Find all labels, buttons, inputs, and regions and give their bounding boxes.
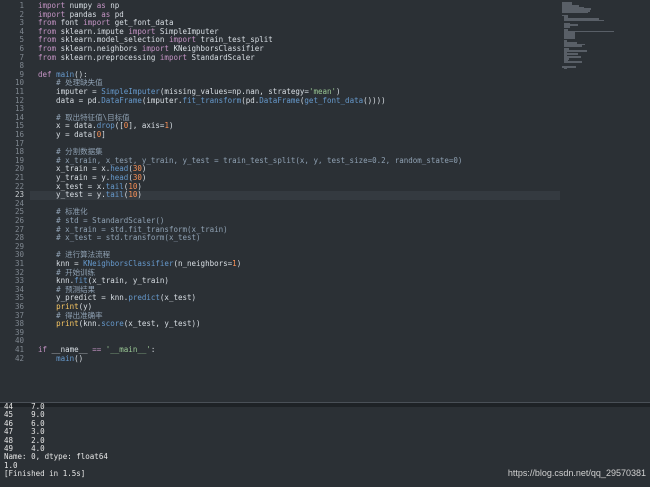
code-token: (imputer.: [141, 95, 183, 105]
code-token: predict: [128, 293, 160, 303]
code-token: ): [236, 259, 242, 268]
code-token: tail: [105, 190, 124, 200]
code-token: ): [141, 173, 147, 182]
code-token: ]: [101, 130, 106, 139]
minimap-line: [564, 50, 587, 52]
minimap-line: [564, 19, 605, 22]
code-line[interactable]: main(): [38, 353, 84, 364]
code-editor[interactable]: 1 2 3 4 5 6 7 8 9 10 11 12 13 14 15 16 17 18 19 20 21 22 23 24 2…: [0, 0, 650, 402]
code-token: ()))): [363, 95, 386, 105]
code-token: StandardScaler: [187, 52, 255, 62]
code-token: fit_transform: [182, 95, 242, 105]
code-token: (x_test): [159, 293, 197, 303]
code-token: '__main__': [105, 345, 151, 354]
code-token: y_test = y.: [38, 190, 106, 200]
code-token: (x_test, y_test)): [123, 319, 201, 329]
code-token: get_font_data: [304, 95, 364, 105]
code-line[interactable]: y_test = y.tail(10): [38, 190, 142, 200]
line-number: 42: [14, 353, 24, 363]
line-number-gutter: 1 2 3 4 5 6 7 8 9 10 11 12 13 14 15 16 17 18 19 20 21 22 23 24 2…: [0, 0, 30, 402]
code-token: (knn.: [78, 319, 102, 329]
code-token: import: [159, 52, 188, 62]
code-token: (): [74, 353, 84, 363]
console-line: Name: 0, dtype: float64: [4, 452, 108, 462]
code-token: 10: [128, 190, 138, 200]
code-token: (n_neighbors=: [173, 259, 233, 268]
minimap-line: [564, 61, 582, 63]
code-line[interactable]: print(knn.score(x_test, y_test)): [38, 319, 201, 329]
code-token: (x_train, y_train): [87, 276, 169, 286]
code-line[interactable]: data = pd.DataFrame(imputer.fit_transfor…: [38, 95, 386, 106]
code-line[interactable]: y = data[0]: [38, 130, 106, 140]
code-token: ([: [114, 121, 124, 131]
code-token: DataFrame: [101, 95, 142, 105]
code-token: :: [150, 345, 156, 354]
code-token: ): [137, 190, 142, 200]
code-token: DataFrame: [259, 95, 300, 105]
code-token: score: [101, 319, 124, 329]
code-token: sklearn.preprocessing: [56, 52, 160, 62]
minimap-line: [562, 11, 589, 14]
console-line: [Finished in 1.5s]: [4, 469, 86, 479]
code-token: (pd.: [241, 95, 260, 105]
minimap-line: [564, 67, 568, 70]
code-token: y = data[: [38, 130, 97, 139]
code-token: print: [56, 319, 79, 329]
code-line[interactable]: # x_test = std.transform(x_test): [38, 233, 201, 243]
minimap[interactable]: [562, 2, 642, 72]
minimap-line: [564, 37, 575, 39]
code-token: data = pd.: [38, 95, 102, 105]
code-token: # x_test = std.transform(x_test): [56, 233, 201, 243]
code-token: KNeighborsClassifier: [83, 259, 174, 268]
code-token: from: [38, 52, 57, 62]
code-token: ], axis=: [128, 121, 165, 131]
code-token: ==: [92, 345, 102, 354]
minimap-line: [564, 45, 582, 47]
code-line[interactable]: from sklearn.preprocessing import Standa…: [38, 52, 255, 63]
code-token: main: [56, 353, 75, 363]
code-token: ): [168, 121, 174, 131]
minimap-line: [564, 26, 571, 28]
watermark: https://blog.csdn.net/qq_29570381: [507, 468, 646, 478]
